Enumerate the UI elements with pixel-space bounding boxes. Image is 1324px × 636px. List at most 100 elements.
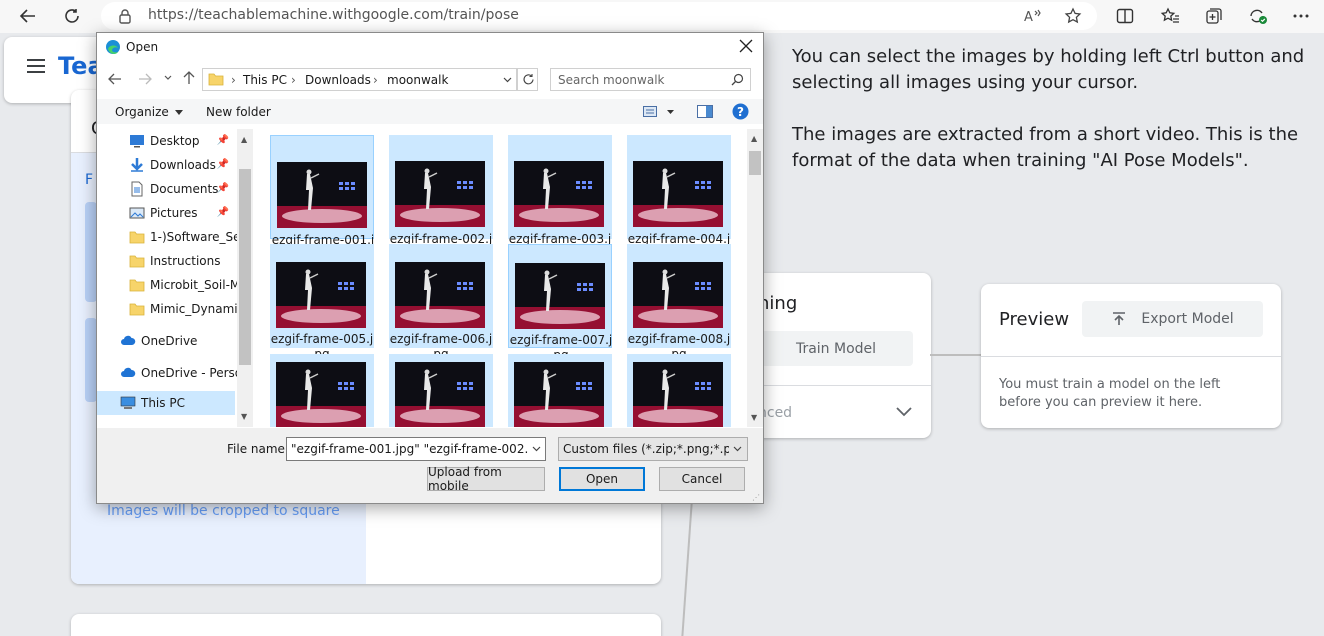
nav-item-folder[interactable]: Microbit_Soil-M <box>97 273 237 297</box>
scroll-down-icon[interactable]: ▼ <box>241 412 247 421</box>
file-tile[interactable] <box>627 354 731 427</box>
resize-grip-icon[interactable]: ⋰ <box>752 493 760 502</box>
preview-pane-icon[interactable] <box>697 105 713 118</box>
address-dropdown-icon[interactable] <box>503 77 512 83</box>
scroll-up-icon[interactable]: ▲ <box>751 134 757 143</box>
file-label-partial: F <box>85 172 94 188</box>
thumbnail-image <box>395 161 485 227</box>
close-icon[interactable] <box>739 39 753 53</box>
nav-label: Instructions <box>150 254 221 268</box>
more-menu-icon[interactable] <box>1286 1 1316 31</box>
export-model-button[interactable]: Export Model <box>1082 301 1263 337</box>
connector-line-vertical <box>681 500 693 636</box>
file-tile[interactable]: ezgif-frame-002.jpg <box>389 135 493 261</box>
instruction-paragraph-2: The images are extracted from a short vi… <box>792 124 1299 171</box>
hamburger-menu-icon[interactable] <box>26 58 46 74</box>
new-folder-button[interactable]: New folder <box>206 105 271 119</box>
collections-icon[interactable] <box>1199 1 1229 31</box>
nav-item-desktop[interactable]: Desktop 📌 <box>97 129 237 153</box>
navigation-pane: Desktop 📌 Downloads 📌 Documents 📌 Pictur… <box>97 129 237 427</box>
nav-item-pictures[interactable]: Pictures 📌 <box>97 201 237 225</box>
nav-item-downloads[interactable]: Downloads 📌 <box>97 153 237 177</box>
thumbnail-image <box>276 262 366 328</box>
back-icon[interactable] <box>13 1 43 31</box>
pictures-icon <box>129 205 145 221</box>
desktop-icon <box>129 133 145 149</box>
file-tile[interactable]: ezgif-frame-008.jpg <box>627 244 731 361</box>
nav-item-folder[interactable]: Instructions <box>97 249 237 273</box>
documents-icon <box>129 181 145 197</box>
nav-item-onedrive-personal[interactable]: OneDrive - Persor <box>97 361 237 385</box>
file-name-input[interactable]: "ezgif-frame-001.jpg" "ezgif-frame-002.j… <box>286 437 546 461</box>
read-aloud-icon[interactable]: A <box>1018 1 1048 31</box>
upload-from-mobile-button[interactable]: Upload from mobile <box>427 465 545 493</box>
nav-item-onedrive[interactable]: OneDrive <box>97 329 237 353</box>
nav-label: OneDrive <box>141 334 198 348</box>
organize-menu[interactable]: Organize <box>115 105 183 119</box>
pin-icon: 📌 <box>216 207 229 218</box>
files-scroll-thumb[interactable] <box>749 151 761 175</box>
refresh-icon[interactable] <box>57 1 87 31</box>
nav-item-folder[interactable]: Mimic_Dynamix <box>97 297 237 321</box>
open-button[interactable]: Open <box>559 467 645 491</box>
favorites-icon[interactable] <box>1155 1 1185 31</box>
cancel-button[interactable]: Cancel <box>659 467 745 491</box>
nav-item-this-pc[interactable]: This PC <box>97 391 235 415</box>
open-file-dialog: Open › This PC › Downloads › moonwalk Se… <box>96 32 764 504</box>
recent-locations-chevron-icon[interactable] <box>164 75 172 81</box>
browser-toolbar: https://teachablemachine.withgoogle.com/… <box>0 0 1324 33</box>
instruction-paragraph-1: You can select the images by holding lef… <box>792 46 1305 93</box>
file-tile[interactable]: ezgif-frame-007.jpg <box>508 244 612 362</box>
breadcrumb-separator-icon: › <box>291 73 296 87</box>
file-tile[interactable]: ezgif-frame-003.jpg <box>508 135 612 261</box>
file-tile[interactable]: ezgif-frame-005.jpg <box>270 244 374 361</box>
file-tile[interactable] <box>508 354 612 427</box>
instruction-text: You can select the images by holding lef… <box>792 44 1312 200</box>
upload-icon <box>1111 311 1127 327</box>
nav-item-folder[interactable]: 1-)Software_Setu <box>97 225 237 249</box>
breadcrumb-moonwalk[interactable]: moonwalk <box>387 73 448 87</box>
thumbnail-image <box>514 362 604 427</box>
nav-scroll-thumb[interactable] <box>239 169 251 365</box>
nav-label: Microbit_Soil-M <box>150 278 237 292</box>
browser-essentials-icon[interactable] <box>1243 1 1273 31</box>
scroll-up-icon[interactable]: ▲ <box>241 135 247 144</box>
search-input[interactable]: Search moonwalk <box>550 68 751 91</box>
favorite-star-icon[interactable] <box>1058 1 1088 31</box>
thumbnail-image <box>514 161 604 227</box>
scroll-down-icon[interactable]: ▼ <box>751 413 757 422</box>
breadcrumb-this-pc[interactable]: This PC <box>243 73 287 87</box>
svg-text:?: ? <box>737 105 744 119</box>
file-tile[interactable] <box>270 354 374 427</box>
downloads-icon <box>129 157 145 173</box>
train-model-button[interactable]: Train Model <box>759 331 913 366</box>
chevron-down-icon[interactable] <box>896 407 912 417</box>
file-name-dropdown[interactable] <box>528 438 545 460</box>
nav-item-documents[interactable]: Documents 📌 <box>97 177 237 201</box>
nav-label: Mimic_Dynamix <box>150 302 237 316</box>
up-arrow-icon[interactable] <box>182 71 196 85</box>
file-tile[interactable]: ezgif-frame-006.jpg <box>389 244 493 361</box>
preview-divider <box>981 356 1281 357</box>
refresh-button[interactable] <box>517 68 538 91</box>
url-text[interactable]: https://teachablemachine.withgoogle.com/… <box>148 7 519 23</box>
view-options-icon[interactable] <box>643 106 675 118</box>
pin-icon: 📌 <box>216 159 229 170</box>
file-tile[interactable] <box>389 354 493 427</box>
files-scrollbar[interactable]: ▲ ▼ <box>747 129 763 427</box>
file-type-select[interactable]: Custom files (*.zip;*.png;*.pjp;* <box>558 437 748 461</box>
back-arrow-icon[interactable] <box>108 72 122 86</box>
folder-icon <box>208 72 224 86</box>
file-tile[interactable]: ezgif-frame-004.jpg <box>627 135 731 261</box>
nav-label: 1-)Software_Setu <box>150 230 237 244</box>
connector-line <box>930 354 982 356</box>
file-tile[interactable]: ezgif-frame-001.jpg <box>270 135 374 262</box>
help-icon[interactable]: ? <box>732 103 749 120</box>
lock-icon[interactable] <box>118 8 132 24</box>
split-screen-icon[interactable] <box>1110 1 1140 31</box>
forward-arrow-icon[interactable] <box>138 72 152 86</box>
nav-scrollbar[interactable]: ▲ ▼ <box>237 129 253 427</box>
crop-note: Images will be cropped to square <box>107 503 340 519</box>
address-breadcrumb[interactable]: › This PC › Downloads › moonwalk <box>202 68 517 91</box>
breadcrumb-downloads[interactable]: Downloads <box>305 73 371 87</box>
